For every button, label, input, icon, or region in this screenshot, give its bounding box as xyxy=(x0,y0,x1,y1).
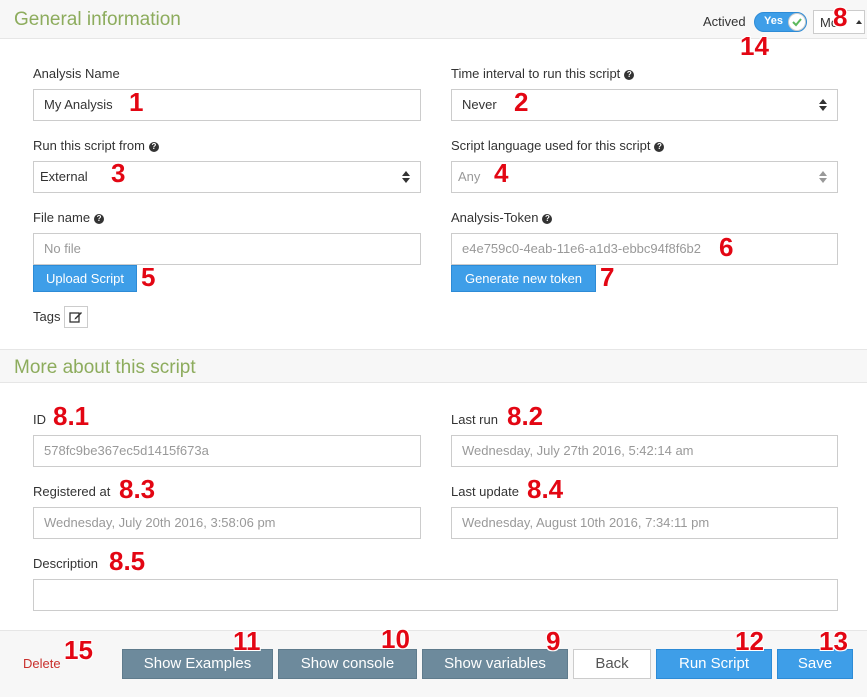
id-field: 578fc9be367ec5d1415f673a xyxy=(33,435,421,467)
upload-script-button[interactable]: Upload Script xyxy=(33,265,137,292)
annotation-2: 2 xyxy=(514,87,529,117)
last-update-label: Last update xyxy=(451,484,519,499)
annotation-3: 3 xyxy=(111,158,126,188)
registered-field: Wednesday, July 20th 2016, 3:58:06 pm xyxy=(33,507,421,539)
interval-label: Time interval to run this script? xyxy=(451,66,635,81)
sort-arrows-icon xyxy=(819,171,827,183)
token-label: Analysis-Token? xyxy=(451,210,553,225)
file-name-label: File name? xyxy=(33,210,105,225)
question-circle-icon: ? xyxy=(94,214,105,224)
language-label: Script language used for this script? xyxy=(451,138,665,153)
interval-label-text: Time interval to run this script xyxy=(451,66,621,81)
question-circle-icon: ? xyxy=(148,142,159,152)
token-label-text: Analysis-Token xyxy=(451,210,539,225)
question-circle-icon: ? xyxy=(654,142,665,152)
more-section-header: More about this script xyxy=(0,349,867,383)
sort-arrows-icon xyxy=(402,171,410,183)
file-name-label-text: File name xyxy=(33,210,91,225)
more-section-title: More about this script xyxy=(14,357,196,378)
last-update-field: Wednesday, August 10th 2016, 7:34:11 pm xyxy=(451,507,838,539)
annotation-8-5: 8.5 xyxy=(109,546,146,576)
tags-label: Tags xyxy=(33,309,61,324)
annotation-10: 10 xyxy=(381,624,410,654)
toggle-knob xyxy=(788,13,806,31)
annotation-5: 5 xyxy=(141,262,156,292)
toggle-label: Yes xyxy=(764,15,783,27)
general-section-title: General information xyxy=(14,9,181,30)
delete-link[interactable]: Delete xyxy=(23,656,61,671)
annotation-1: 1 xyxy=(129,87,144,117)
file-name-input[interactable]: No file xyxy=(33,233,421,265)
annotation-14: 14 xyxy=(740,31,769,61)
annotation-8-4: 8.4 xyxy=(527,474,564,504)
description-input[interactable] xyxy=(33,579,838,611)
run-from-select-value: External xyxy=(40,169,88,184)
description-label: Description xyxy=(33,556,99,571)
token-field[interactable]: e4e759c0-4eab-11e6-a1d3-ebbc94f8f6b2 xyxy=(451,233,838,265)
annotation-9: 9 xyxy=(546,626,561,656)
annotation-4: 4 xyxy=(494,158,509,188)
run-from-label-text: Run this script from xyxy=(33,138,145,153)
annotation-8-2: 8.2 xyxy=(507,401,544,431)
annotation-8-1: 8.1 xyxy=(53,401,90,431)
question-circle-icon: ? xyxy=(624,70,635,80)
analysis-name-input[interactable]: My Analysis xyxy=(33,89,421,121)
language-label-text: Script language used for this script xyxy=(451,138,651,153)
sort-arrows-icon xyxy=(819,99,827,111)
annotation-8-3: 8.3 xyxy=(119,474,156,504)
annotation-7: 7 xyxy=(600,262,615,292)
annotation-11: 11 xyxy=(233,626,261,656)
edit-icon xyxy=(69,312,82,323)
annotation-15: 15 xyxy=(64,635,93,665)
interval-select-value: Never xyxy=(462,97,497,112)
analysis-name-label: Analysis Name xyxy=(33,66,120,81)
actived-label: Actived xyxy=(703,14,746,29)
language-select-value: Any xyxy=(458,169,481,184)
run-from-select[interactable]: External xyxy=(33,161,421,193)
question-circle-icon: ? xyxy=(542,214,553,224)
check-icon xyxy=(792,18,802,27)
tags-edit-button[interactable] xyxy=(64,306,88,328)
registered-label: Registered at xyxy=(33,484,111,499)
language-select[interactable]: Any xyxy=(451,161,838,193)
annotation-13: 13 xyxy=(819,626,848,656)
back-button[interactable]: Back xyxy=(573,649,651,679)
general-section-header: General information Actived Yes Mo xyxy=(0,0,867,39)
id-label: ID xyxy=(33,412,46,427)
caret-up-icon xyxy=(856,20,862,24)
interval-select[interactable]: Never xyxy=(451,89,838,121)
run-from-label: Run this script from? xyxy=(33,138,159,153)
annotation-6: 6 xyxy=(719,232,734,262)
actived-toggle[interactable]: Yes xyxy=(754,12,807,32)
last-run-label: Last run xyxy=(451,412,498,427)
annotation-12: 12 xyxy=(735,626,764,656)
generate-token-button[interactable]: Generate new token xyxy=(451,265,596,292)
annotation-8: 8 xyxy=(833,2,848,32)
last-run-field: Wednesday, July 27th 2016, 5:42:14 am xyxy=(451,435,838,467)
